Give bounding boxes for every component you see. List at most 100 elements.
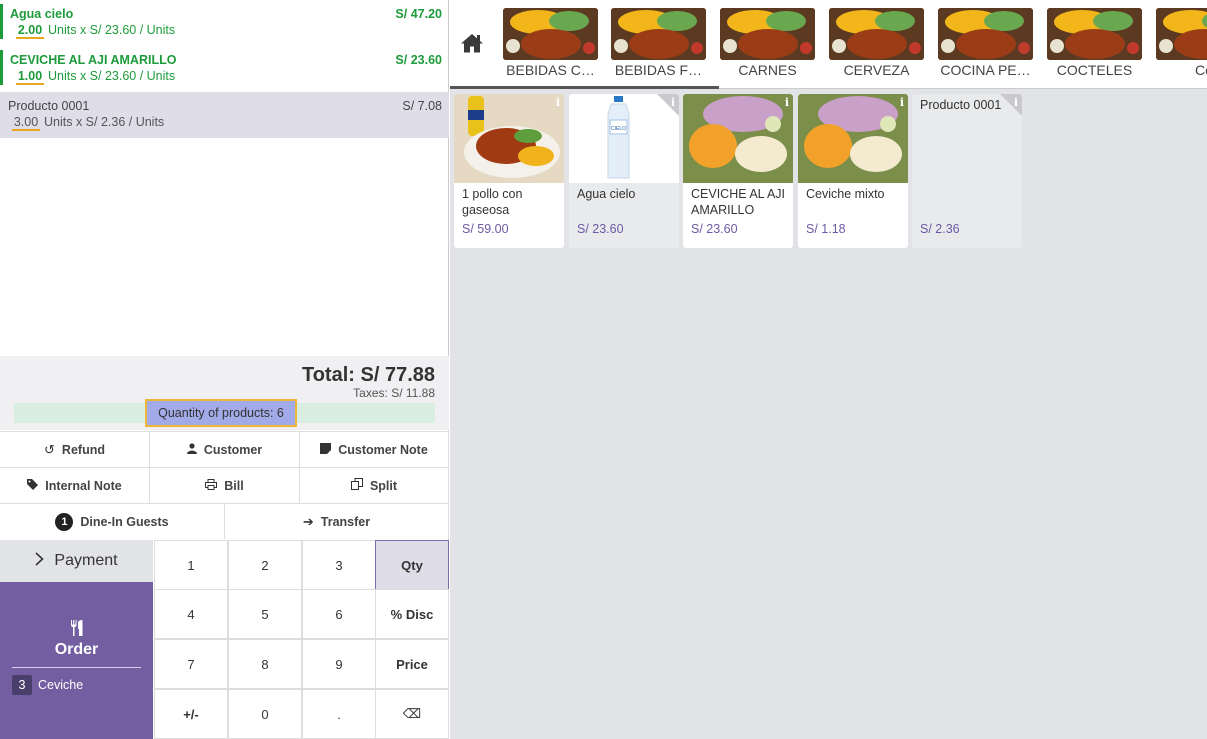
- category-label: COCINA PE…: [940, 62, 1031, 78]
- info-icon[interactable]: i: [785, 96, 789, 109]
- refund-label: Refund: [61, 442, 105, 457]
- backspace-key[interactable]: ⌫: [375, 689, 449, 739]
- order-summary: Total: S/ 77.88 Taxes: S/ 11.88 Quantity…: [0, 356, 449, 430]
- category-cerveza[interactable]: CERVEZA: [829, 8, 924, 88]
- customer-button[interactable]: Customer: [150, 431, 300, 467]
- category-bebidas-f[interactable]: BEBIDAS F…: [611, 8, 706, 88]
- line-indicator: [0, 50, 3, 85]
- discount-mode-button[interactable]: % Disc: [375, 589, 449, 639]
- qty-detail: Units x S/ 23.60 / Units: [48, 23, 176, 37]
- numpad-key[interactable]: 4: [154, 589, 228, 639]
- product-card[interactable]: i Ceviche mixto S/ 1.18: [798, 94, 908, 248]
- product-card[interactable]: i CEVICHE AL AJI AMARILLO S/ 23.60: [683, 94, 793, 248]
- decimal-key[interactable]: .: [302, 689, 376, 739]
- user-icon: [186, 442, 197, 457]
- qty-value: 2.00: [16, 23, 44, 39]
- svg-text:CIELO: CIELO: [611, 126, 626, 132]
- split-button[interactable]: Split: [300, 467, 449, 503]
- product-price: S/ 1.18: [806, 222, 846, 236]
- order-button[interactable]: Order 3 Ceviche: [0, 582, 153, 739]
- order-total: Total: S/ 77.88: [301, 364, 435, 386]
- order-line-selected[interactable]: Producto 0001 S/ 7.08 3.00 Units x S/ 2.3…: [0, 92, 449, 138]
- numpad-key[interactable]: 0: [228, 689, 302, 739]
- product-image: [683, 94, 793, 183]
- numpad-key[interactable]: 2: [228, 540, 302, 590]
- numpad-key[interactable]: 9: [302, 639, 376, 689]
- info-icon[interactable]: i: [671, 96, 675, 109]
- category-label: Cevic: [1195, 62, 1207, 78]
- payment-button[interactable]: Payment: [0, 540, 153, 582]
- internal-note-button[interactable]: Internal Note: [0, 467, 150, 503]
- guests-label: Dine-In Guests: [80, 514, 169, 529]
- line-price: S/ 23.60: [395, 53, 442, 67]
- undo-icon: ↺: [44, 441, 55, 457]
- guests-button[interactable]: 1 Dine-In Guests: [0, 503, 225, 539]
- course-count: 3: [12, 675, 32, 695]
- category-image: [1156, 8, 1207, 60]
- category-label: CERVEZA: [843, 62, 910, 78]
- chevron-right-icon: [35, 551, 45, 571]
- numpad-key[interactable]: 3: [302, 540, 376, 590]
- numpad-key[interactable]: 6: [302, 589, 376, 639]
- numpad-key[interactable]: 7: [154, 639, 228, 689]
- line-name: Agua cielo: [10, 7, 74, 21]
- qty-mode-button[interactable]: Qty: [375, 540, 449, 590]
- numpad-key[interactable]: 8: [228, 639, 302, 689]
- qty-value: 1.00: [16, 69, 44, 85]
- qty-detail: Units x S/ 2.36 / Units: [44, 115, 165, 129]
- category-bebidas-c[interactable]: BEBIDAS C…: [503, 8, 598, 88]
- category-active-indicator: [450, 86, 719, 89]
- product-card[interactable]: i 1 pollo con gaseosa S/ 59.00: [454, 94, 564, 248]
- category-image: [829, 8, 924, 60]
- category-image: [720, 8, 815, 60]
- category-image: [503, 8, 598, 60]
- home-button[interactable]: [450, 0, 494, 88]
- price-mode-button[interactable]: Price: [375, 639, 449, 689]
- product-image: [454, 94, 564, 183]
- product-price: S/ 23.60: [691, 222, 738, 236]
- product-price: S/ 2.36: [920, 222, 960, 236]
- print-icon: [205, 478, 218, 493]
- category-carnes[interactable]: CARNES: [720, 8, 815, 88]
- category-cocteles[interactable]: COCTELES: [1047, 8, 1142, 88]
- sign-key[interactable]: +/-: [154, 689, 228, 739]
- card-corner: [657, 94, 679, 116]
- category-label: BEBIDAS C…: [506, 62, 595, 78]
- info-icon[interactable]: i: [900, 96, 904, 109]
- product-price: S/ 59.00: [462, 222, 509, 236]
- info-icon[interactable]: i: [556, 96, 560, 109]
- line-price: S/ 47.20: [395, 7, 442, 21]
- sticky-note-icon: [320, 442, 332, 457]
- order-taxes: Taxes: S/ 11.88: [353, 386, 435, 400]
- order-line[interactable]: Agua cielo S/ 47.20 2.00 Units x S/ 23.60…: [0, 0, 449, 46]
- line-price: S/ 7.08: [402, 99, 442, 113]
- qty-value: 3.00: [12, 115, 40, 131]
- line-name: CEVICHE AL AJI AMARILLO: [10, 53, 177, 67]
- bill-button[interactable]: Bill: [150, 467, 300, 503]
- category-label: CARNES: [738, 62, 797, 78]
- product-card[interactable]: CIELO i Agua cielo S/ 23.60: [569, 94, 679, 248]
- order-label: Order: [54, 641, 99, 658]
- category-label: COCTELES: [1056, 62, 1133, 78]
- order-panel: Agua cielo S/ 47.20 2.00 Units x S/ 23.60…: [0, 0, 449, 739]
- quantity-of-products: Quantity of products: 6: [145, 399, 297, 427]
- line-qty: 2.00 Units x S/ 23.60 / Units: [16, 23, 175, 39]
- arrow-right-icon: ➔: [302, 513, 314, 529]
- numpad-key[interactable]: 1: [154, 540, 228, 590]
- line-qty: 1.00 Units x S/ 23.60 / Units: [16, 69, 175, 85]
- cutlery-icon: [0, 620, 153, 641]
- course-label: Ceviche: [38, 678, 84, 692]
- order-course-tag: 3 Ceviche: [12, 675, 83, 695]
- transfer-button[interactable]: ➔ Transfer: [225, 503, 449, 539]
- payment-label: Payment: [54, 552, 118, 569]
- category-cocina-pe[interactable]: COCINA PE…: [938, 8, 1033, 88]
- refund-button[interactable]: ↺ Refund: [0, 431, 150, 467]
- order-divider: [12, 667, 141, 668]
- numpad-key[interactable]: 5: [228, 589, 302, 639]
- customer-note-button[interactable]: Customer Note: [300, 431, 449, 467]
- product-card[interactable]: i Producto 0001 S/ 2.36: [912, 94, 1022, 248]
- product-image: [798, 94, 908, 183]
- split-label: Split: [369, 478, 398, 493]
- order-line[interactable]: CEVICHE AL AJI AMARILLO S/ 23.60 1.00 Uni…: [0, 46, 449, 92]
- category-ceviche[interactable]: Cevic: [1156, 8, 1207, 88]
